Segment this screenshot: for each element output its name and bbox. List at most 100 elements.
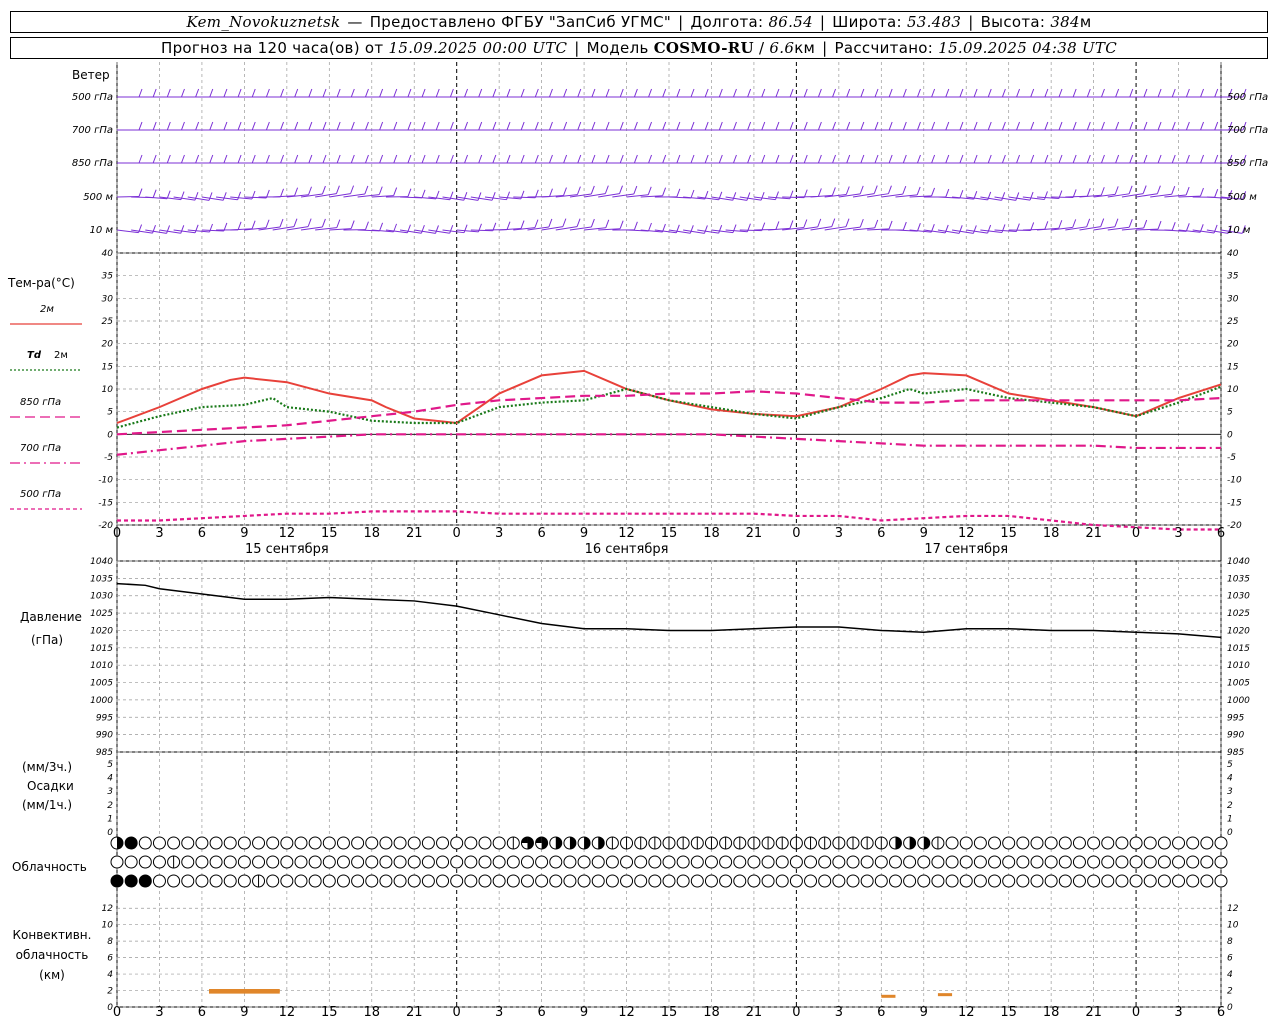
wind-barb-flag [1030, 154, 1035, 164]
cloud-symbol [747, 855, 761, 869]
wind-barb-flag [350, 220, 355, 229]
cloud-symbol [464, 874, 478, 888]
cloud-symbol [747, 874, 761, 888]
cloud-symbol [945, 836, 959, 850]
press-tick-right: 1040 [1227, 557, 1250, 567]
hour-label: 12 [279, 1005, 296, 1020]
wind-barb-flag [1029, 191, 1034, 201]
wind-barb-flag [322, 88, 327, 98]
cloud-symbol [1157, 874, 1171, 888]
wind-barb-flag [350, 154, 355, 164]
wind-barb-flag [916, 186, 921, 196]
cloud-symbol [676, 874, 690, 888]
cloud-symbol [464, 855, 478, 869]
cloud-symbol [308, 855, 322, 869]
wind-barb-flag [931, 187, 936, 197]
cloud-symbol [421, 855, 435, 869]
wind-barb-flag [1156, 185, 1161, 194]
hour-label: 21 [406, 1005, 423, 1020]
cloud-symbol [336, 874, 350, 888]
wind-barb-flag [1157, 220, 1162, 230]
wind-barb-flag [562, 218, 567, 227]
precip-unit-1h: (мм/1ч.) [22, 798, 72, 812]
wind-barb-flag [350, 121, 355, 131]
wind-barb-flag [1058, 88, 1063, 98]
hour-label: 3 [495, 526, 503, 541]
wind-barb-flag [209, 121, 214, 131]
wind-barb-flag [166, 88, 171, 98]
cloud-symbol [492, 874, 506, 888]
wind-barb-flag [506, 121, 511, 131]
hour-label: 6 [537, 526, 545, 541]
cloud-symbol [195, 855, 209, 869]
cloud-symbol [421, 836, 435, 850]
wind-barb-flag [280, 154, 285, 164]
cloud-symbol [1002, 836, 1016, 850]
wind-barb-flag [916, 121, 921, 131]
cloud-symbol [1016, 836, 1030, 850]
wind-barb-flag [945, 188, 950, 198]
wind-barb-flag [775, 221, 780, 230]
cloud-symbol [1129, 836, 1143, 850]
wind-barb-flag [548, 218, 553, 228]
press-tick-right: 1005 [1227, 679, 1250, 689]
cloud-symbol [733, 855, 747, 869]
cloud-symbol [620, 855, 634, 869]
wind-barb-flag [1086, 88, 1091, 98]
wind-barb-flag [534, 219, 539, 228]
hour-label: 6 [877, 526, 885, 541]
cloud-symbol [351, 874, 365, 888]
cloud-symbol [888, 855, 902, 869]
wind-barb-flag [789, 121, 794, 131]
wind-barb-flag [916, 88, 921, 98]
cloud-symbol [237, 855, 251, 869]
wind-barb-flag [534, 121, 539, 131]
wind-barb-flag [887, 185, 892, 194]
wind-barb-flag [619, 88, 624, 98]
precip-tick-right: 1 [1227, 814, 1233, 824]
cloud-symbol [365, 855, 379, 869]
wind-barb-flag [1115, 154, 1120, 164]
hour-label: 21 [746, 526, 763, 541]
wind-barb-flag [195, 121, 200, 131]
cloud-symbol [520, 855, 534, 869]
wind-barb-flag [775, 121, 780, 131]
wind-barb-flag [760, 191, 765, 201]
conv-tick-left: 6 [107, 954, 113, 964]
wind-barb-flag [166, 121, 171, 131]
cloud-symbol [563, 874, 577, 888]
wind-barb-flag [152, 121, 157, 131]
wind-barb-flag [1214, 88, 1219, 98]
wind-barb-flag [294, 121, 299, 131]
wind-barb-flag [492, 154, 497, 164]
wind-barb-flag [237, 221, 242, 231]
wind-barb-flag [1185, 186, 1190, 196]
temp-tick-right: 35 [1227, 272, 1239, 282]
wind-barb-flag [364, 121, 369, 131]
cloud-symbol [436, 855, 450, 869]
hour-label: 3 [155, 526, 163, 541]
wind-barb-flag [1142, 185, 1147, 194]
wind-barb-flag [945, 121, 950, 131]
wind-barb-flag [1114, 186, 1119, 195]
wind-barb-flag [577, 88, 582, 98]
wind-barb-flag [336, 154, 341, 164]
cloud-symbol [634, 874, 648, 888]
cloud-symbol [1044, 836, 1058, 850]
wind-barb-flag [294, 88, 299, 98]
hour-label: 0 [1132, 526, 1140, 541]
cloud-fill-3q [541, 837, 548, 849]
wind-barb-flag [747, 88, 752, 98]
wind-barb-flag [308, 186, 312, 195]
wind-barb-flag [520, 88, 525, 98]
cloud-symbol [832, 874, 846, 888]
wind-barb-flag [1200, 187, 1204, 197]
wind-barb-flag [690, 121, 695, 131]
wind-barb-flag [831, 218, 836, 227]
wind-barb-flag [676, 121, 681, 131]
cloud-symbol [280, 874, 294, 888]
legend-label-td: Td [27, 350, 42, 361]
wind-level-right: 850 гПа [1227, 158, 1268, 169]
wind-barb-flag [789, 220, 794, 229]
cloud-symbol [1058, 836, 1072, 850]
